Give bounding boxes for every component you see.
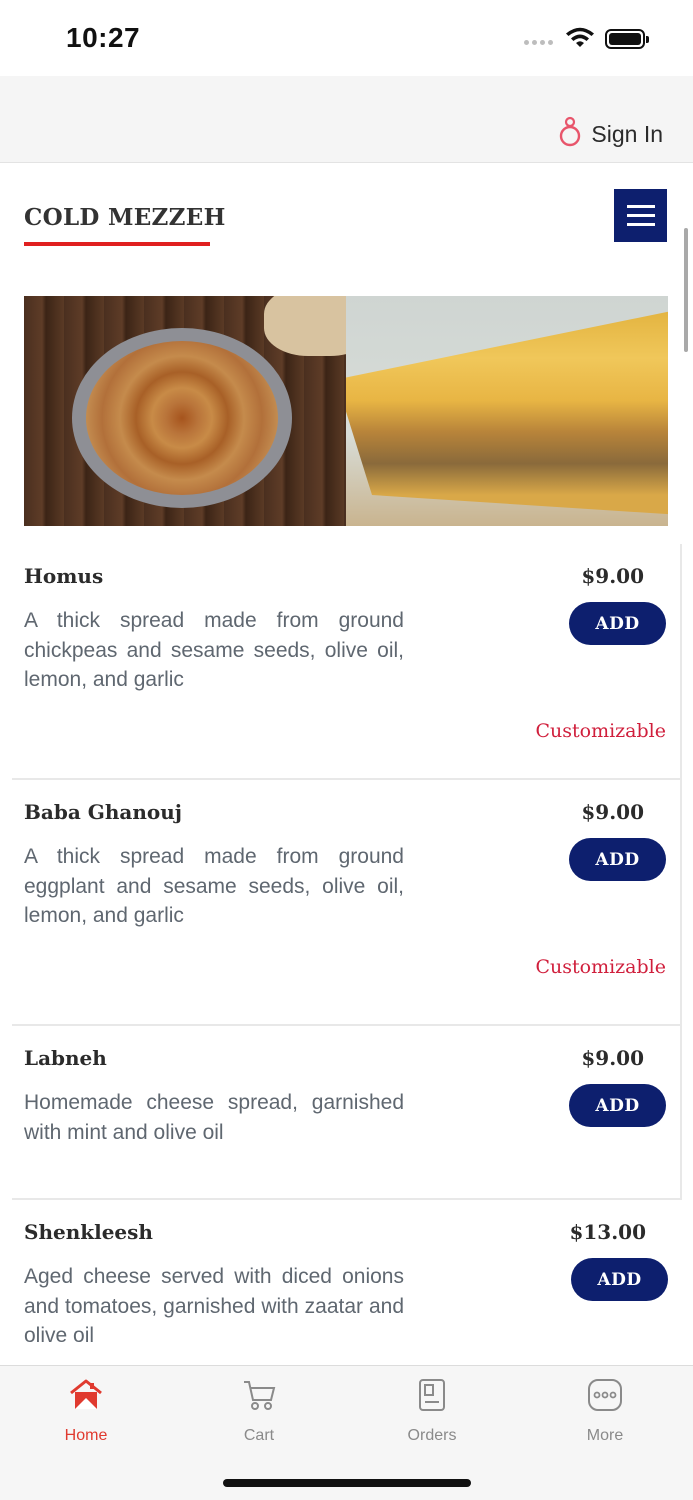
status-time: 10:27 <box>66 22 141 53</box>
tab-label: More <box>586 1427 624 1444</box>
scrollbar[interactable] <box>684 228 688 352</box>
item-description: A thick spread made from ground chickpea… <box>24 609 404 691</box>
top-bar: Sign In <box>0 76 693 163</box>
item-description: Homemade cheese spread, garnished with m… <box>24 1091 404 1144</box>
item-name: Baba Ghanouj <box>24 800 183 824</box>
battery-icon <box>605 29 649 49</box>
section-title: COLD MEZZEH <box>24 204 226 231</box>
customizable-link[interactable]: Customizable <box>535 956 666 978</box>
item-name: Shenkleesh <box>24 1220 153 1244</box>
tab-more[interactable]: More <box>545 1378 665 1445</box>
home-indicator <box>223 1479 471 1487</box>
menu-item-list: Homus A thick spread made from ground ch… <box>12 544 682 1365</box>
user-icon <box>559 116 581 153</box>
sign-in-label: Sign In <box>591 121 663 147</box>
item-description: A thick spread made from ground eggplant… <box>24 845 404 927</box>
tab-label: Cart <box>243 1427 275 1444</box>
item-name: Labneh <box>24 1046 107 1070</box>
item-description: Aged cheese served with diced onions and… <box>24 1265 404 1347</box>
menu-item-baba-ghanouj[interactable]: Baba Ghanouj A thick spread made from gr… <box>12 780 682 1026</box>
tab-cart[interactable]: Cart <box>199 1378 319 1445</box>
category-banner-image <box>24 296 668 526</box>
wifi-icon <box>565 27 595 54</box>
cellular-signal-icon <box>524 40 553 45</box>
item-price: $9.00 <box>581 564 644 588</box>
item-price: $9.00 <box>581 1046 644 1070</box>
tab-home[interactable]: Home <box>26 1378 146 1445</box>
baklava-photo <box>346 296 668 526</box>
title-underline <box>24 242 210 246</box>
add-button[interactable]: ADD <box>571 1258 668 1301</box>
menu-content[interactable]: COLD MEZZEH Homus A thick spread made fr… <box>0 164 693 1365</box>
status-bar: 10:27 <box>0 0 693 76</box>
add-button[interactable]: ADD <box>569 838 666 881</box>
add-button[interactable]: ADD <box>569 602 666 645</box>
bottom-tab-bar: Home Cart Orders More <box>0 1365 693 1500</box>
tab-label: Home <box>64 1427 108 1444</box>
customizable-link[interactable]: Customizable <box>535 720 666 742</box>
more-icon <box>587 1378 623 1417</box>
menu-item-shenkleesh[interactable]: Shenkleesh Aged cheese served with diced… <box>12 1200 682 1365</box>
item-price: $9.00 <box>581 800 644 824</box>
add-button[interactable]: ADD <box>569 1084 666 1127</box>
home-icon <box>68 1378 104 1417</box>
menu-item-homus[interactable]: Homus A thick spread made from ground ch… <box>12 544 682 780</box>
category-menu-button[interactable] <box>614 189 667 242</box>
cart-icon <box>241 1378 277 1417</box>
sign-in-button[interactable]: Sign In <box>559 116 663 153</box>
item-name: Homus <box>24 564 104 588</box>
hamburger-icon <box>626 205 655 208</box>
tab-label: Orders <box>407 1427 457 1444</box>
orders-icon <box>414 1378 450 1417</box>
item-price: $13.00 <box>569 1220 646 1244</box>
hummus-photo <box>24 296 346 526</box>
menu-item-labneh[interactable]: Labneh Homemade cheese spread, garnished… <box>12 1026 682 1200</box>
tab-orders[interactable]: Orders <box>372 1378 492 1445</box>
